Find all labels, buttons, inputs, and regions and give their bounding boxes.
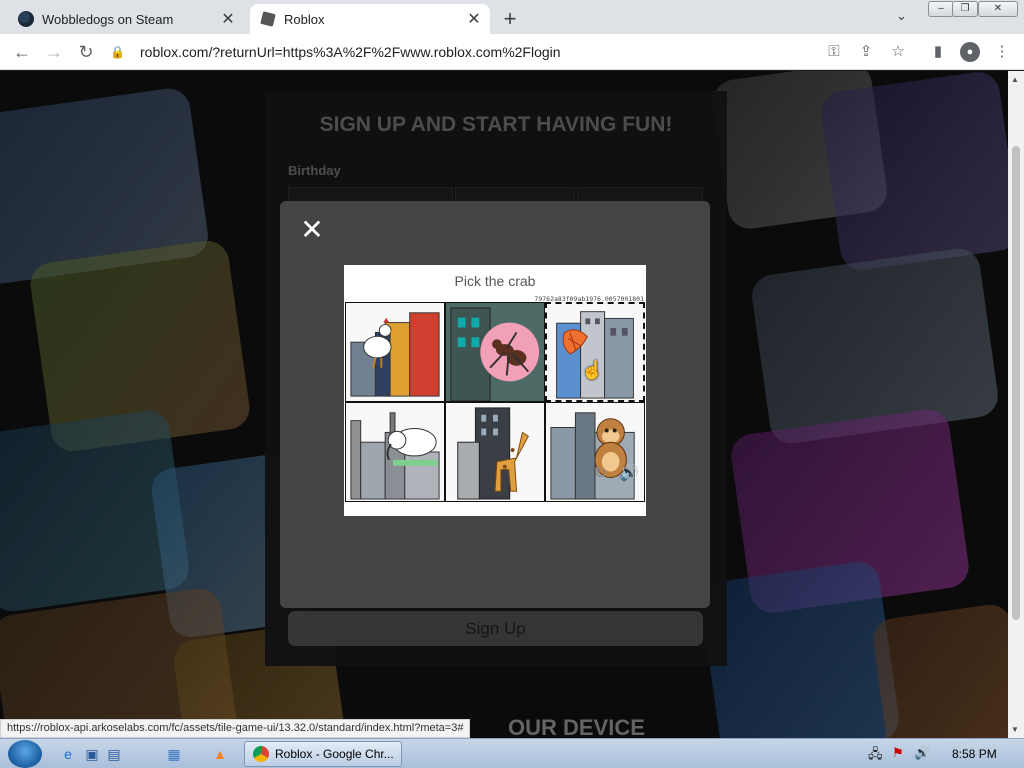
captcha-prompt: Pick the crab [454,273,536,289]
tab-wobbledogs-steam[interactable]: Wobbledogs on Steam ✕ [8,4,244,34]
url-text: roblox.com/?returnUrl=https%3A%2F%2Fwww.… [140,44,561,60]
start-button[interactable] [8,740,42,768]
close-tab-icon[interactable]: ✕ [464,9,484,29]
captcha-tile-elephant[interactable] [345,402,445,502]
back-arrow-icon[interactable]: ← [10,40,34,64]
giraffe-image [446,403,544,501]
steam-icon [18,11,34,27]
close-icon[interactable]: ✕ [300,216,324,244]
network-app-icon[interactable]: ▦ [164,744,184,764]
vlc-icon[interactable]: ▲ [210,744,230,764]
key-icon[interactable]: ⚿ [824,42,844,62]
ant-image [446,303,544,401]
captcha-tools: ↻ 🔊 [594,463,639,483]
bookmark-star-icon[interactable]: ☆ [888,42,908,62]
tab-search-chevron-icon[interactable]: ⌄ [896,8,907,24]
captcha-tile-crab[interactable]: ☝ [545,302,645,402]
network-tray-icon[interactable]: 🖧 [868,745,883,767]
reload-icon[interactable]: ↻ [74,40,98,64]
taskbar-chrome-window[interactable]: Roblox - Google Chr... [244,741,402,767]
chrome-icon [253,746,269,762]
scroll-down-arrow-icon[interactable]: ▼ [1011,725,1019,734]
windows-taskbar: e ▣ ▤ ▦ ▲ Roblox - Google Chr... 🖧 ⚑ 🔊 8… [0,738,1024,768]
browser-tab-bar: Wobbledogs on Steam ✕ Roblox ✕ + ⌄ – ❐ ✕ [0,0,1024,34]
volume-tray-icon[interactable]: 🔊 [914,745,930,761]
menu-kebab-icon[interactable]: ⋮ [992,42,1012,62]
restore-button[interactable]: ❐ [952,1,978,17]
side-panel-icon[interactable]: ▮ [928,42,948,62]
share-icon[interactable]: ⇪ [856,42,876,62]
captcha-tile-ant[interactable] [445,302,545,402]
captcha-modal: ✕ Pick the crab 79762a83f09ab1976.005700… [280,201,710,608]
taskbar-clock[interactable]: 8:58 PM [952,747,997,761]
close-window-button[interactable]: ✕ [978,1,1018,17]
forward-arrow-icon[interactable]: → [42,40,66,64]
captcha-tile-giraffe[interactable] [445,402,545,502]
scroll-up-arrow-icon[interactable]: ▲ [1011,75,1019,84]
tab-title: Wobbledogs on Steam [42,11,174,27]
page-scrollbar[interactable]: ▲ ▼ [1008,71,1024,738]
status-url: https://roblox-api.arkoselabs.com/fc/ass… [0,719,471,738]
new-tab-button[interactable]: + [498,6,522,32]
hand-cursor-icon: ☝ [581,360,604,380]
tab-title: Roblox [284,11,325,27]
minimize-button[interactable]: – [928,1,954,17]
taskbar-window-title: Roblox - Google Chr... [275,747,394,761]
roblox-icon [260,11,276,27]
rooster-image [346,303,444,401]
refresh-icon[interactable]: ↻ [594,463,607,483]
address-bar[interactable]: 🔒 roblox.com/?returnUrl=https%3A%2F%2Fww… [110,38,920,66]
lock-icon: 🔒 [110,45,125,59]
close-tab-icon[interactable]: ✕ [218,9,238,29]
internet-explorer-icon[interactable]: e [58,744,78,764]
captcha-tile-rooster[interactable] [345,302,445,402]
audio-speaker-icon[interactable]: 🔊 [619,463,639,483]
switch-windows-icon[interactable]: ▤ [104,744,124,764]
explorer-window-icon[interactable]: ▣ [82,744,102,764]
elephant-image [346,403,444,501]
action-center-warning-icon[interactable]: ⚑ [892,745,904,761]
scrollbar-thumb[interactable] [1012,146,1020,620]
crab-image [547,304,643,400]
monkey-image [546,403,644,501]
page-viewport: SIGN UP AND START HAVING FUN! Birthday S… [0,71,1008,738]
profile-avatar-icon[interactable]: ● [960,42,980,62]
tab-roblox[interactable]: Roblox ✕ [250,4,490,34]
browser-toolbar: ← → ↻ 🔒 roblox.com/?returnUrl=https%3A%2… [0,34,1024,70]
captcha-tile-monkey[interactable] [545,402,645,502]
